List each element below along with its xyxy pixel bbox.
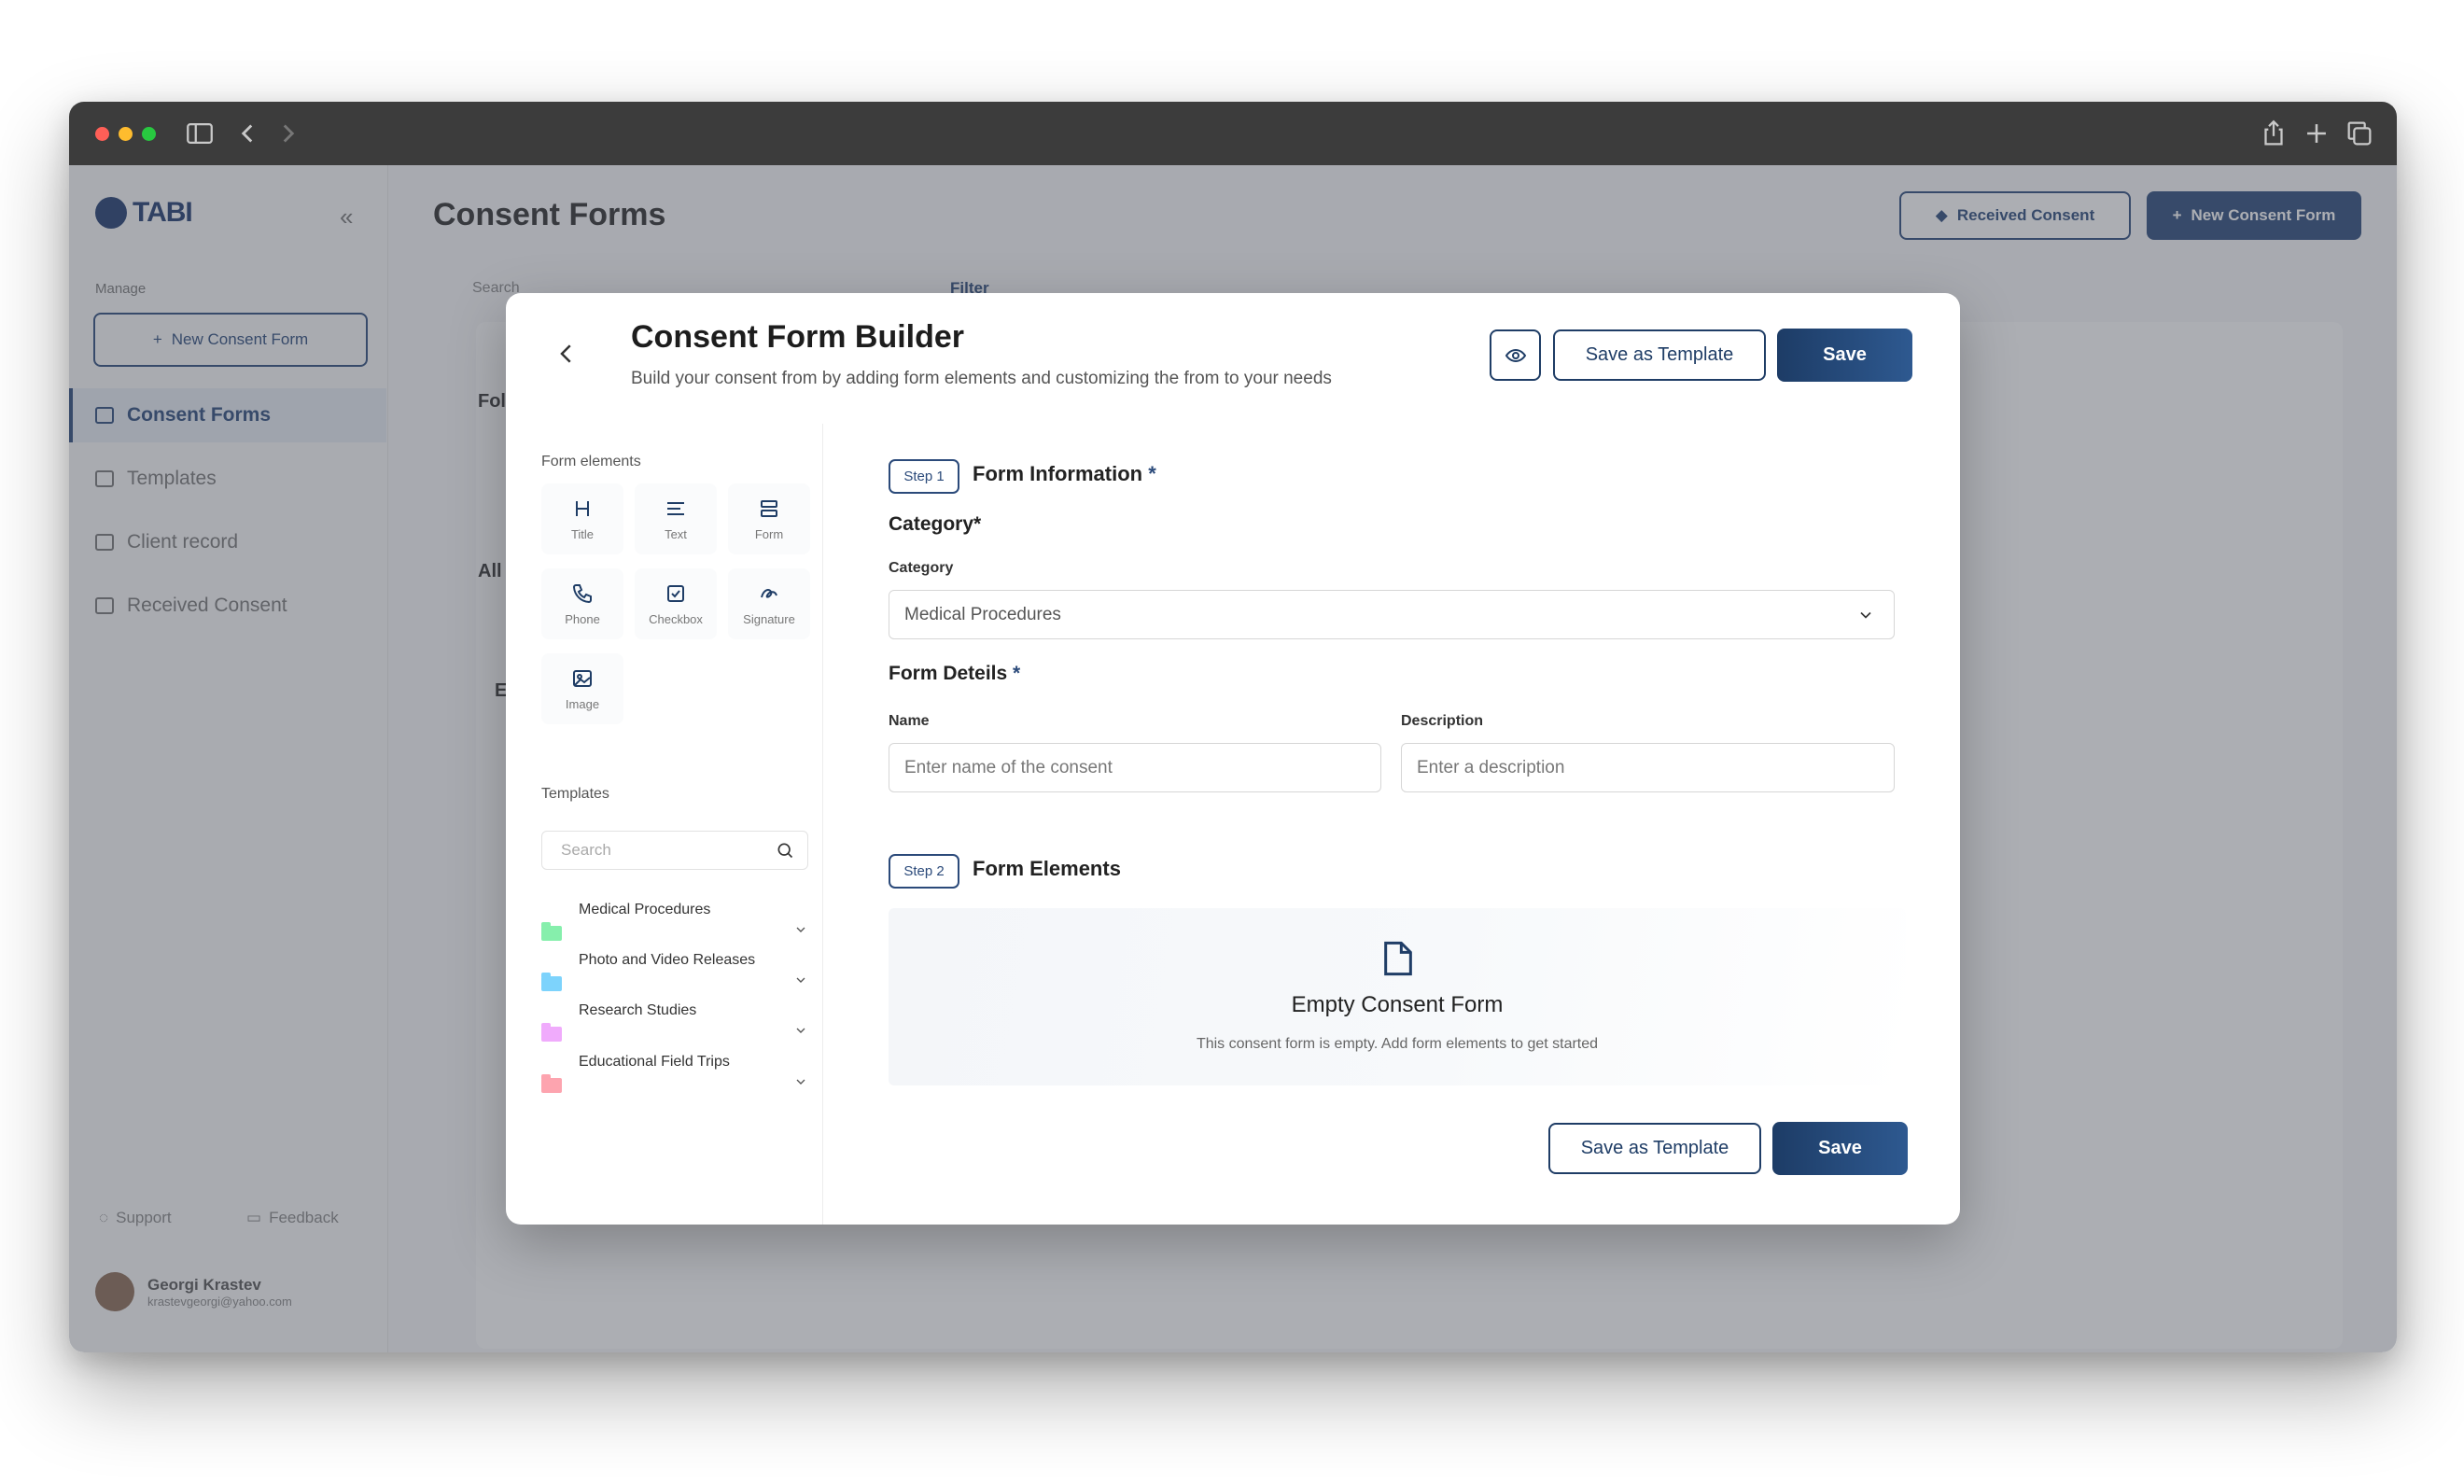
tabs-overview-icon[interactable] (2344, 118, 2375, 149)
category-label: Category (889, 560, 954, 576)
forward-icon[interactable] (273, 118, 304, 149)
chevron-down-icon[interactable] (793, 922, 808, 937)
element-image-tile[interactable]: Image (541, 653, 623, 724)
back-arrow-icon[interactable] (553, 340, 581, 368)
folder-icon (541, 1023, 562, 1042)
required-mark: * (1148, 462, 1156, 485)
form-details-heading: Form Deteils * (889, 663, 1020, 685)
share-icon[interactable] (2258, 118, 2289, 149)
empty-state: Empty Consent Form This consent form is … (889, 908, 1906, 1085)
back-icon[interactable] (231, 118, 263, 149)
element-label: Checkbox (649, 611, 703, 626)
templates-label: Templates (541, 786, 609, 802)
template-name: Educational Field Trips (579, 1054, 730, 1070)
preview-button[interactable] (1490, 329, 1541, 381)
category-heading: Category* (889, 513, 982, 535)
save-button[interactable]: Save (1777, 329, 1912, 382)
checkbox-icon (667, 584, 684, 602)
element-label: Title (570, 526, 595, 541)
templates-search-input[interactable]: Search (541, 831, 808, 870)
description-label: Description (1401, 713, 1484, 729)
new-tab-icon[interactable] (2301, 118, 2332, 149)
empty-state-title: Empty Consent Form (1291, 992, 1504, 1017)
element-label: Form (754, 526, 784, 541)
form-elements-title: Form Elements (973, 857, 1121, 880)
form-details-label: Form Deteils (889, 663, 1008, 684)
zoom-window-button[interactable] (142, 127, 156, 141)
element-phone-tile[interactable]: Phone (541, 568, 623, 639)
step-1-badge: Step 1 (889, 459, 959, 494)
element-form-tile[interactable]: Form (728, 483, 810, 554)
description-input[interactable] (1401, 743, 1895, 792)
template-name: Medical Procedures (579, 902, 711, 917)
signature-icon (761, 588, 777, 598)
folder-icon (541, 922, 562, 941)
window-titlebar (69, 102, 2397, 165)
heading-icon (576, 500, 589, 516)
chevron-down-icon[interactable] (793, 973, 808, 987)
image-icon (573, 669, 592, 687)
form-elements-label: Form elements (541, 454, 641, 469)
form-information-title: Form Information * (973, 462, 1156, 486)
element-signature-tile[interactable]: Signature (728, 568, 810, 639)
sidebar-toggle-icon[interactable] (184, 118, 216, 149)
template-name: Research Studies (579, 1002, 697, 1018)
form-information-label: Form Information (973, 462, 1143, 485)
consent-form-builder-modal: Consent Form Builder Build your consent … (506, 293, 1960, 1225)
step-2-badge: Step 2 (889, 854, 959, 889)
template-medical-procedures[interactable]: Medical Procedures (541, 902, 812, 950)
category-selected-value: Medical Procedures (904, 605, 1061, 624)
text-icon (667, 501, 684, 515)
minimize-window-button[interactable] (119, 127, 133, 141)
modal-subtitle: Build your consent from by adding form e… (631, 369, 1332, 388)
element-text-tile[interactable]: Text (635, 483, 717, 554)
save-button-bottom[interactable]: Save (1772, 1122, 1908, 1175)
search-icon (777, 843, 793, 859)
template-name: Photo and Video Releases (579, 952, 756, 968)
element-label: Signature (743, 611, 795, 626)
chevron-down-icon[interactable] (793, 1074, 808, 1089)
element-title-tile[interactable]: Title (541, 483, 623, 554)
folder-icon (541, 973, 562, 991)
save-as-template-button[interactable]: Save as Template (1553, 329, 1766, 381)
element-label: Phone (565, 611, 600, 626)
name-label: Name (889, 713, 930, 729)
form-icon (761, 499, 777, 517)
elements-panel: Form elements Title Text Form Phone Chec… (506, 424, 823, 1225)
document-icon (1384, 941, 1412, 976)
templates-search-placeholder: Search (561, 841, 611, 859)
chevron-down-icon[interactable] (1856, 606, 1875, 624)
chevron-down-icon[interactable] (793, 1023, 808, 1038)
template-research-studies[interactable]: Research Studies (541, 1002, 812, 1051)
phone-icon (572, 583, 592, 603)
consent-name-input[interactable] (889, 743, 1381, 792)
element-label: Image (565, 696, 600, 711)
template-educational-field-trips[interactable]: Educational Field Trips (541, 1054, 812, 1102)
element-checkbox-tile[interactable]: Checkbox (635, 568, 717, 639)
template-photo-video-releases[interactable]: Photo and Video Releases (541, 952, 812, 1001)
required-mark: * (1013, 663, 1021, 684)
folder-icon (541, 1074, 562, 1093)
save-as-template-button-bottom[interactable]: Save as Template (1548, 1123, 1761, 1174)
empty-state-subtitle: This consent form is empty. Add form ele… (1196, 1036, 1599, 1052)
eye-icon (1505, 348, 1526, 362)
category-select[interactable]: Medical Procedures (889, 590, 1895, 639)
element-label: Text (665, 526, 687, 541)
close-window-button[interactable] (95, 127, 109, 141)
modal-title: Consent Form Builder (631, 319, 965, 355)
